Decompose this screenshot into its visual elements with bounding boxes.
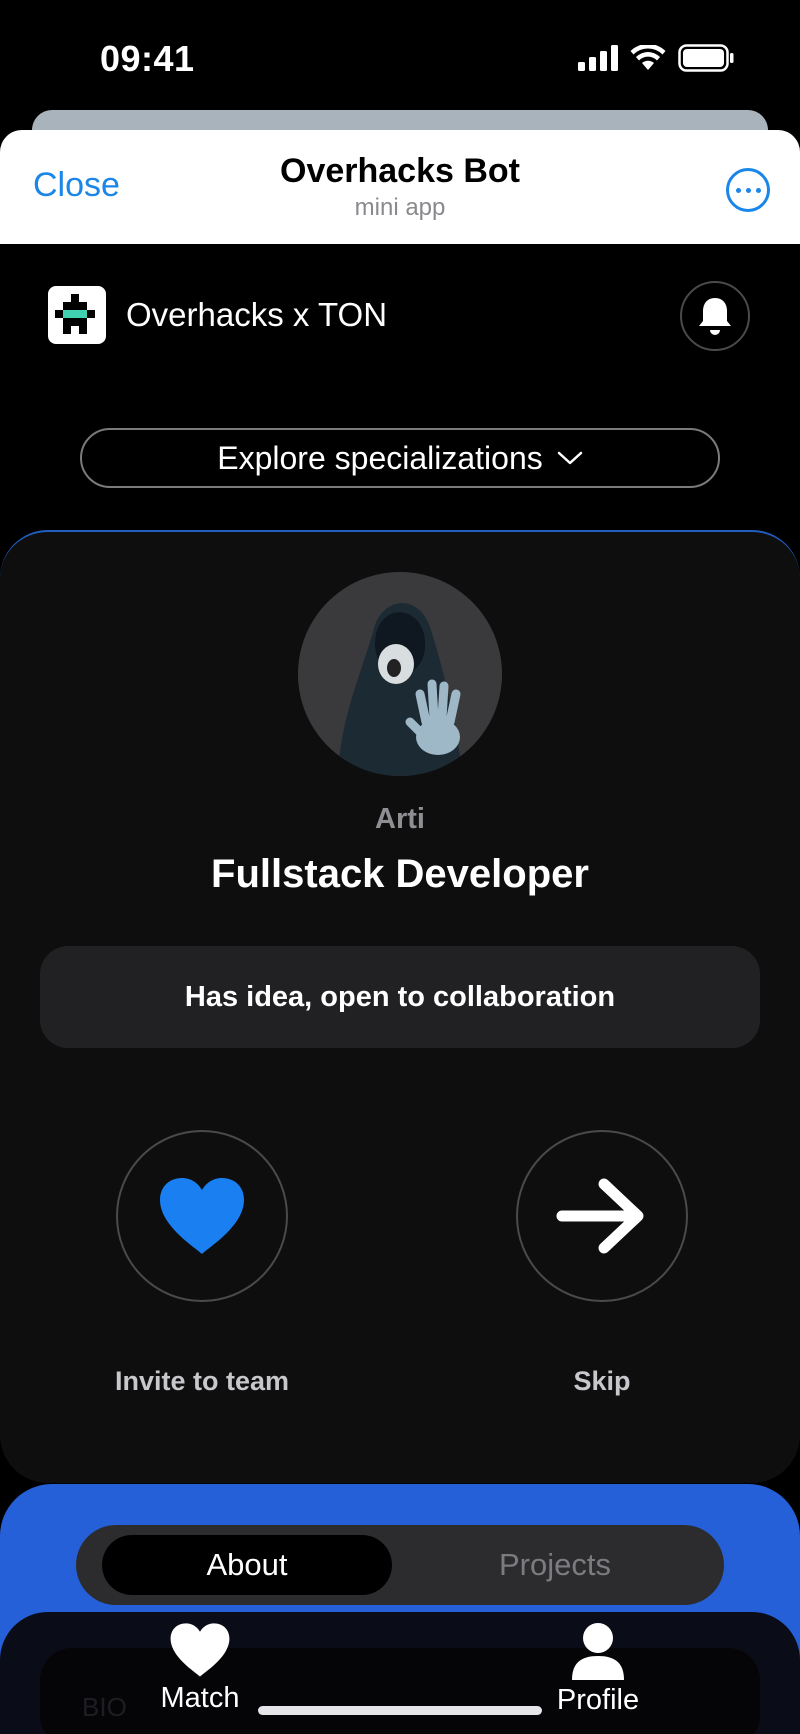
heart-icon — [170, 1623, 230, 1677]
battery-icon — [678, 44, 734, 72]
skip-label: Skip — [573, 1366, 631, 1396]
header-subtitle: mini app — [354, 194, 446, 221]
wifi-icon — [630, 45, 666, 70]
bio-box — [40, 1648, 760, 1734]
more-dot-icon — [755, 187, 761, 193]
mini-app-header: Close Overhacks Bot mini app — [0, 130, 800, 244]
chevron-down-icon — [557, 451, 582, 465]
app-logo-icon — [48, 286, 106, 344]
nav-match-label: Match — [160, 1682, 240, 1714]
bell-icon — [699, 298, 731, 335]
invite-to-team-button[interactable] — [116, 1130, 288, 1302]
nav-profile-label: Profile — [556, 1684, 640, 1716]
cellular-signal-icon — [578, 45, 618, 71]
arrow-right-icon — [556, 1178, 644, 1254]
explore-specializations-dropdown[interactable]: Explore specializations — [80, 428, 720, 488]
user-name: Arti — [375, 803, 425, 835]
more-options-button[interactable] — [726, 168, 770, 212]
bio-label: BIO — [82, 1692, 127, 1722]
avatar — [298, 572, 502, 776]
person-icon — [572, 1623, 624, 1680]
home-indicator — [258, 1706, 542, 1715]
header-title: Overhacks Bot — [280, 152, 520, 190]
notifications-button[interactable] — [680, 281, 750, 351]
nav-match[interactable]: Match — [150, 1622, 250, 1715]
more-dot-icon — [745, 187, 751, 193]
explore-label: Explore specializations — [217, 439, 543, 476]
tab-projects[interactable]: Projects — [410, 1535, 700, 1595]
app-title: Overhacks x TON — [126, 296, 388, 333]
heart-icon — [160, 1178, 244, 1254]
user-role: Fullstack Developer — [211, 852, 589, 896]
nav-profile[interactable]: Profile — [548, 1622, 648, 1717]
invite-to-team-label: Invite to team — [114, 1366, 290, 1396]
more-dot-icon — [735, 187, 741, 193]
collaboration-status: Has idea, open to collaboration — [40, 946, 760, 1048]
status-bar: 09:41 — [0, 0, 800, 110]
status-time: 09:41 — [100, 38, 195, 79]
status-icons — [578, 44, 734, 72]
details-tabs: About Projects — [76, 1525, 724, 1605]
skip-button[interactable] — [516, 1130, 688, 1302]
tab-about[interactable]: About — [102, 1535, 392, 1595]
